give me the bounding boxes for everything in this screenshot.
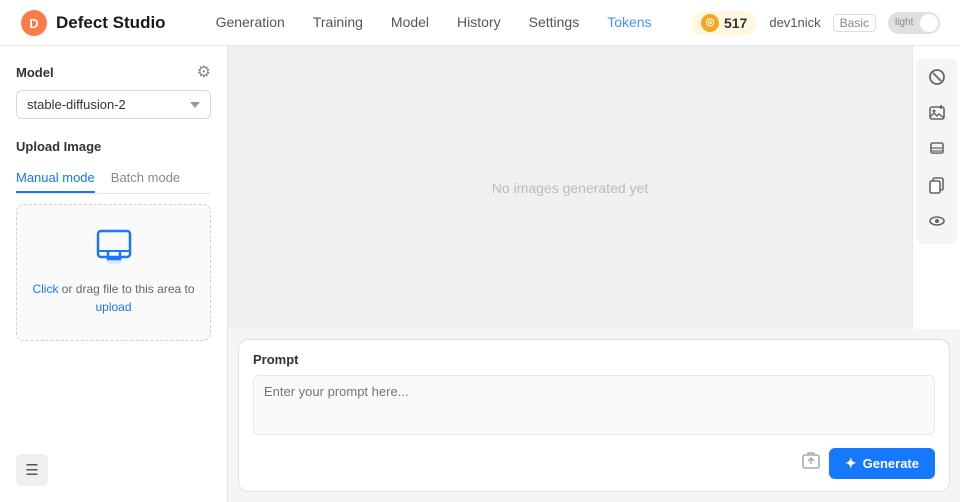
nav-training[interactable]: Training (313, 0, 363, 46)
prompt-footer: ✦ Generate (253, 448, 935, 479)
upload-instructions: Click or drag file to this area to uploa… (32, 280, 194, 316)
plan-badge: Basic (833, 14, 876, 32)
header: D Defect Studio Generation Training Mode… (0, 0, 960, 46)
credits-coin-icon: ◎ (701, 14, 719, 32)
canvas-area: No images generated yet (228, 46, 912, 329)
prompt-label: Prompt (253, 352, 935, 367)
upload-dropzone[interactable]: Click or drag file to this area to uploa… (16, 204, 211, 341)
upload-inbox-icon (94, 229, 134, 270)
username-label: dev1nick (769, 15, 820, 30)
sidebar: Model ⚙ stable-diffusion-2 stable-diffus… (0, 46, 228, 502)
svg-text:D: D (29, 16, 38, 31)
tab-batch-mode[interactable]: Batch mode (111, 164, 180, 193)
canvas-empty-text: No images generated yet (492, 180, 648, 196)
generate-button[interactable]: ✦ Generate (829, 448, 935, 479)
model-select[interactable]: stable-diffusion-2 stable-diffusion-1.5 … (16, 90, 211, 119)
nav-history[interactable]: History (457, 0, 501, 46)
layers-button[interactable] (920, 134, 954, 168)
toggle-knob (920, 14, 938, 32)
layers-icon (928, 140, 946, 163)
toolbar-group (916, 58, 958, 244)
prompt-area: Prompt ✦ Generate (238, 339, 950, 492)
logo-icon: D (20, 9, 48, 37)
sidebar-bottom: ☰ (16, 442, 211, 486)
image-add-button[interactable] (920, 98, 954, 132)
eye-icon (928, 212, 946, 235)
prompt-textarea[interactable] (253, 375, 935, 435)
click-link: Click (32, 282, 58, 296)
nav-settings[interactable]: Settings (529, 0, 580, 46)
model-section: Model ⚙ stable-diffusion-2 stable-diffus… (16, 62, 211, 119)
header-right: ◎ 517 dev1nick Basic light (691, 11, 940, 35)
tab-manual-mode[interactable]: Manual mode (16, 164, 95, 193)
theme-label: light (895, 17, 913, 28)
theme-toggle[interactable]: light (888, 12, 940, 34)
generate-label: Generate (863, 456, 919, 471)
model-settings-icon[interactable]: ⚙ (197, 62, 211, 82)
prompt-upload-icon[interactable] (801, 451, 821, 476)
eraser-icon (928, 68, 946, 91)
nav-tokens[interactable]: Tokens (607, 0, 651, 46)
model-section-header: Model ⚙ (16, 62, 211, 82)
credits-amount: 517 (724, 15, 747, 31)
logo-text: Defect Studio (56, 13, 166, 33)
nav-generation[interactable]: Generation (216, 0, 285, 46)
right-toolbar (912, 46, 960, 329)
credits-badge: ◎ 517 (691, 11, 757, 35)
upload-link: upload (95, 300, 131, 314)
image-add-icon (928, 104, 946, 127)
main-nav: Generation Training Model History Settin… (216, 0, 661, 46)
generate-star-icon: ✦ (845, 455, 857, 472)
eye-button[interactable] (920, 206, 954, 240)
main-content: Model ⚙ stable-diffusion-2 stable-diffus… (0, 46, 960, 502)
eraser-tool-button[interactable] (920, 62, 954, 96)
upload-section-title: Upload Image (16, 139, 211, 154)
nav-model[interactable]: Model (391, 0, 429, 46)
copy-button[interactable] (920, 170, 954, 204)
logo: D Defect Studio (20, 9, 166, 37)
model-section-title: Model (16, 65, 54, 80)
hamburger-icon: ☰ (25, 461, 38, 479)
copy-icon (928, 176, 946, 199)
mode-tabs: Manual mode Batch mode (16, 164, 211, 194)
upload-middle-text: or drag file to this area to (58, 282, 194, 296)
menu-icon-button[interactable]: ☰ (16, 454, 48, 486)
upload-image-section: Upload Image Manual mode Batch mode Clic… (16, 139, 211, 341)
